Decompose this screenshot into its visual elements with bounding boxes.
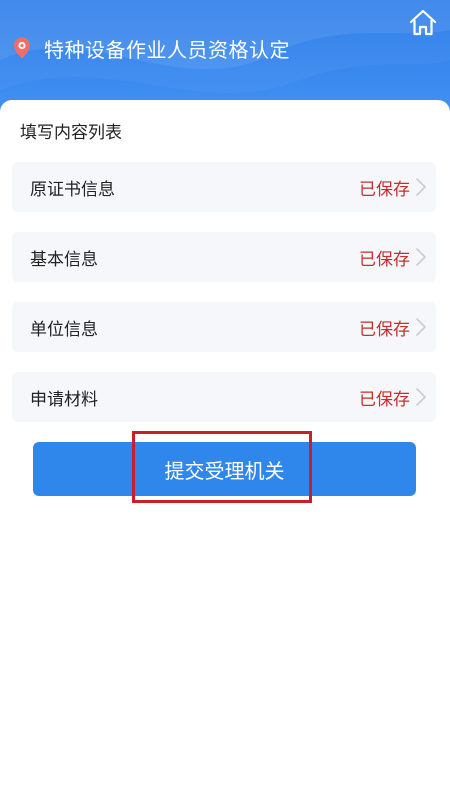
row-employer-info[interactable]: 单位信息 已保存 <box>12 302 436 352</box>
row-basic-info[interactable]: 基本信息 已保存 <box>12 232 436 282</box>
header-title-row: 特种设备作业人员资格认定 <box>10 30 290 66</box>
status-badge: 已保存 <box>359 389 410 410</box>
row-label: 单位信息 <box>30 319 98 340</box>
home-icon[interactable] <box>408 8 438 38</box>
status-badge: 已保存 <box>359 319 410 340</box>
row-label: 申请材料 <box>30 389 98 410</box>
chevron-right-icon <box>416 388 426 406</box>
form-card: 填写内容列表 原证书信息 已保存 基本信息 已保存 单位信息 已保存 申请材料 … <box>0 100 450 520</box>
map-pin-icon <box>14 37 30 59</box>
row-original-certificate[interactable]: 原证书信息 已保存 <box>12 162 436 212</box>
chevron-right-icon <box>416 318 426 336</box>
page-title: 特种设备作业人员资格认定 <box>44 37 290 62</box>
section-title: 填写内容列表 <box>20 123 122 143</box>
row-application-materials[interactable]: 申请材料 已保存 <box>12 372 436 422</box>
chevron-right-icon <box>416 248 426 266</box>
app-screen: 特种设备作业人员资格认定 填写内容列表 原证书信息 已保存 基本信息 已保存 单… <box>0 0 450 800</box>
status-badge: 已保存 <box>359 249 410 270</box>
row-label: 基本信息 <box>30 249 98 270</box>
submit-to-authority-button[interactable]: 提交受理机关 <box>33 442 416 496</box>
status-badge: 已保存 <box>359 179 410 200</box>
chevron-right-icon <box>416 178 426 196</box>
row-label: 原证书信息 <box>30 179 115 200</box>
